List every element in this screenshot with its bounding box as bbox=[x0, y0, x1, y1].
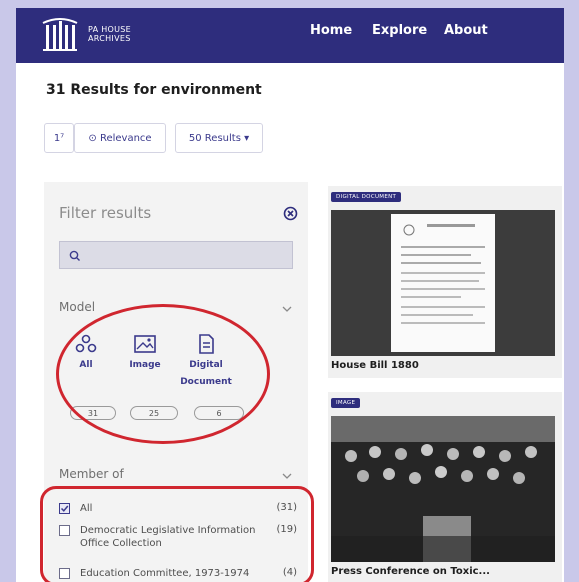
app-frame: PA HOUSE ARCHIVES Home Explore About 31 … bbox=[16, 8, 564, 582]
sort-order-icon: 1⁷ bbox=[53, 132, 65, 144]
member-of-section-label: Member of bbox=[59, 467, 124, 481]
photo-thumbnail[interactable] bbox=[331, 416, 555, 562]
results-per-page-dropdown[interactable]: 50 Results ▾ bbox=[175, 123, 263, 153]
result-card-title[interactable]: House Bill 1880 bbox=[331, 360, 419, 371]
filter-search-input[interactable] bbox=[59, 241, 293, 269]
site-header: PA HOUSE ARCHIVES Home Explore About bbox=[16, 8, 564, 63]
chevron-down-icon[interactable] bbox=[282, 471, 292, 481]
logo-text: PA HOUSE ARCHIVES bbox=[88, 25, 132, 43]
nav-home[interactable]: Home bbox=[310, 23, 352, 38]
model-badge: DIGITAL DOCUMENT bbox=[331, 192, 402, 202]
annotation-box-member-of bbox=[40, 486, 314, 582]
chevron-down-icon[interactable] bbox=[282, 304, 292, 314]
sort-relevance-button[interactable]: ⊙ Relevance bbox=[74, 123, 166, 153]
capitol-logo-icon[interactable] bbox=[40, 17, 80, 53]
close-circle-icon[interactable] bbox=[283, 206, 298, 221]
sort-direction-button[interactable]: 1⁷ bbox=[44, 123, 74, 153]
nav-about[interactable]: About bbox=[444, 23, 488, 38]
result-card-house-bill[interactable]: DIGITAL DOCUMENT House Bill 1880 bbox=[328, 186, 562, 378]
results-heading: 31 Results for environment bbox=[46, 82, 262, 98]
result-card-title[interactable]: Press Conference on Toxic... bbox=[331, 566, 490, 577]
model-badge: IMAGE bbox=[331, 398, 361, 408]
annotation-circle-model bbox=[56, 304, 270, 444]
document-thumbnail[interactable] bbox=[331, 210, 555, 356]
filter-title: Filter results bbox=[59, 204, 152, 222]
nav-explore[interactable]: Explore bbox=[372, 23, 427, 38]
search-icon bbox=[69, 250, 80, 261]
model-section-label: Model bbox=[59, 300, 96, 314]
result-card-press-conference[interactable]: IMAGE Press Conference on Toxic... bbox=[328, 392, 562, 582]
